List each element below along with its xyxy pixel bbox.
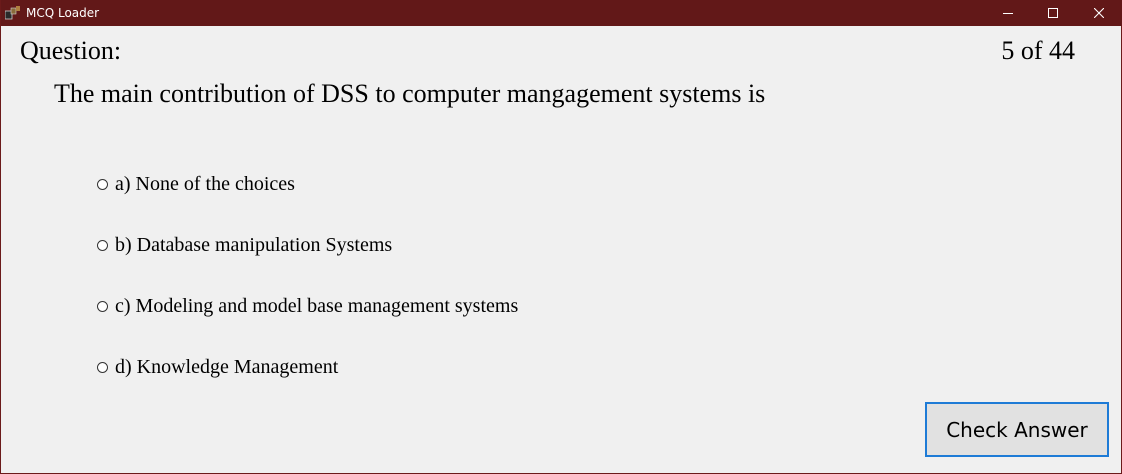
- option-b[interactable]: b) Database manipulation Systems: [97, 233, 392, 257]
- question-text: The main contribution of DSS to computer…: [54, 79, 766, 108]
- option-d[interactable]: d) Knowledge Management: [97, 355, 338, 379]
- option-a[interactable]: a) None of the choices: [97, 172, 295, 196]
- minimize-icon: [1003, 13, 1013, 14]
- app-icon: [4, 6, 21, 20]
- radio-button-a[interactable]: [97, 178, 108, 190]
- radio-button-d[interactable]: [97, 361, 108, 373]
- question-counter: 5 of 44: [1001, 36, 1075, 65]
- window-title: MCQ Loader: [26, 6, 100, 20]
- minimize-button[interactable]: [985, 0, 1031, 26]
- check-answer-button[interactable]: Check Answer: [925, 402, 1109, 457]
- maximize-icon: [1048, 8, 1058, 18]
- option-c-label[interactable]: c) Modeling and model base management sy…: [115, 294, 518, 318]
- option-d-label[interactable]: d) Knowledge Management: [115, 355, 338, 379]
- maximize-button[interactable]: [1030, 0, 1076, 26]
- title-bar[interactable]: MCQ Loader: [1, 0, 1122, 26]
- close-button[interactable]: [1076, 0, 1122, 26]
- option-a-label[interactable]: a) None of the choices: [115, 172, 295, 196]
- option-c[interactable]: c) Modeling and model base management sy…: [97, 294, 518, 318]
- question-label: Question:: [20, 36, 122, 65]
- app-window: MCQ Loader Question: 5 of 44 The main co…: [0, 0, 1122, 474]
- option-b-label[interactable]: b) Database manipulation Systems: [115, 233, 392, 257]
- close-icon: [1094, 8, 1104, 18]
- radio-button-c[interactable]: [97, 300, 108, 312]
- radio-button-b[interactable]: [97, 239, 108, 251]
